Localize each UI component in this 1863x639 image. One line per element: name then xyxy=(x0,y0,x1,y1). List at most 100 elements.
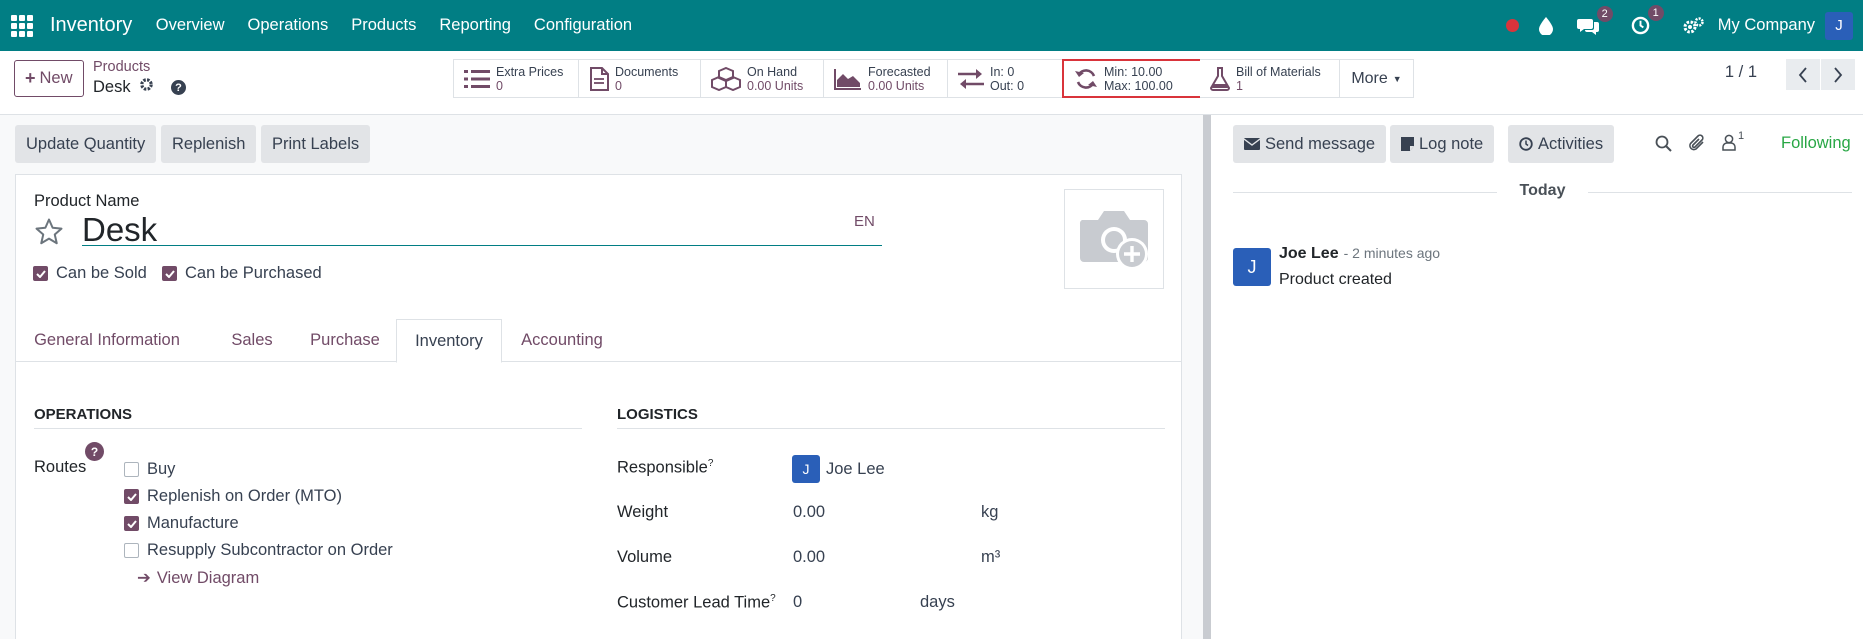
messages-icon[interactable]: 2 xyxy=(1576,5,1613,35)
send-message-label: Send message xyxy=(1265,134,1376,153)
smart-button-in-out[interactable]: In: 0 Out: 0 xyxy=(947,59,1064,98)
gear-icon[interactable] xyxy=(139,77,154,97)
smart-min: Min: 10.00 xyxy=(1104,64,1163,79)
product-image-upload[interactable] xyxy=(1064,189,1164,289)
update-quantity-button[interactable]: Update Quantity xyxy=(15,125,157,163)
company-switcher[interactable]: My Company xyxy=(1718,16,1815,35)
smart-button-forecasted[interactable]: Forecasted 0.00 Units xyxy=(823,59,948,98)
breadcrumb-products[interactable]: Products xyxy=(93,59,150,75)
smart-value: 1 xyxy=(1236,78,1243,93)
apps-menu-icon[interactable] xyxy=(0,0,44,51)
responsible-field[interactable]: J Joe Lee xyxy=(792,455,885,483)
pager-next-button[interactable] xyxy=(1821,59,1855,90)
pager-prev-button[interactable] xyxy=(1786,59,1820,90)
smart-button-on-hand[interactable]: On Hand 0.00 Units xyxy=(700,59,824,98)
menu-products[interactable]: Products xyxy=(340,16,428,35)
can-be-sold-checkbox[interactable]: Can be Sold xyxy=(33,264,147,283)
settings-gears-icon[interactable] xyxy=(1682,16,1704,35)
tab-purchase[interactable]: Purchase xyxy=(308,319,382,362)
messages-badge: 2 xyxy=(1596,5,1613,22)
more-button[interactable]: More ▼ xyxy=(1339,59,1414,98)
checkbox-checked[interactable] xyxy=(124,489,139,504)
tab-accounting[interactable]: Accounting xyxy=(518,319,606,362)
language-button[interactable]: EN xyxy=(854,213,875,230)
log-note-button[interactable]: Log note xyxy=(1390,125,1495,163)
more-button-label: More xyxy=(1351,69,1388,87)
can-be-purchased-checkbox[interactable]: Can be Purchased xyxy=(162,264,322,283)
top-navbar: Inventory Overview Operations Products R… xyxy=(0,0,1863,51)
smart-button-bom[interactable]: Bill of Materials 1 xyxy=(1200,59,1340,98)
send-message-button[interactable]: Send message xyxy=(1233,125,1387,163)
checkbox-checked[interactable] xyxy=(162,266,177,281)
tab-sales[interactable]: Sales xyxy=(231,319,273,362)
control-panel: + New Products Desk ? Extra Prices 0 Docum… xyxy=(0,51,1863,115)
view-diagram-link[interactable]: ➔ View Diagram xyxy=(137,568,259,588)
product-name-input[interactable]: Desk xyxy=(82,213,882,246)
breadcrumb-current-label: Desk xyxy=(93,77,131,96)
message-author[interactable]: Joe Lee xyxy=(1279,245,1339,263)
user-avatar[interactable]: J xyxy=(1825,11,1853,40)
weight-input[interactable]: 0.00 xyxy=(793,503,825,522)
log-note-label: Log note xyxy=(1419,134,1484,153)
envelope-icon xyxy=(1244,138,1260,150)
form-sheet: Product Name Desk EN Can be Sold Can be … xyxy=(15,174,1182,639)
chevron-right-icon xyxy=(1834,66,1843,83)
checkbox-checked[interactable] xyxy=(124,516,139,531)
tab-inventory[interactable]: Inventory xyxy=(396,319,502,363)
menu-operations[interactable]: Operations xyxy=(236,16,340,35)
smart-title: Extra Prices xyxy=(496,64,564,79)
app-name[interactable]: Inventory xyxy=(44,14,144,37)
logistics-section-title: LOGISTICS xyxy=(617,406,1165,429)
checkbox-unchecked[interactable] xyxy=(124,543,139,558)
volume-input[interactable]: 0.00 xyxy=(793,548,825,567)
form-chatter-divider[interactable] xyxy=(1203,115,1211,639)
drop-icon[interactable] xyxy=(1538,16,1553,35)
message-author-avatar[interactable]: J xyxy=(1233,248,1271,286)
routes-help-icon[interactable]: ? xyxy=(85,442,104,461)
activities-button[interactable]: Activities xyxy=(1508,125,1615,163)
volume-unit: m³ xyxy=(981,548,1001,566)
weight-label: Weight xyxy=(617,503,669,521)
breadcrumb-current: Desk xyxy=(93,77,154,97)
refresh-icon xyxy=(1074,67,1098,91)
user-icon xyxy=(1722,134,1736,151)
pager-value[interactable]: 1 / 1 xyxy=(1725,63,1757,82)
new-button-label: New xyxy=(39,69,73,87)
recording-icon[interactable] xyxy=(1505,19,1519,32)
menu-reporting[interactable]: Reporting xyxy=(428,16,523,35)
menu-overview[interactable]: Overview xyxy=(144,16,236,35)
activities-clock-icon[interactable]: 1 xyxy=(1631,5,1664,35)
route-label: Resupply Subcontractor on Order xyxy=(147,541,393,559)
clock-icon xyxy=(1519,137,1533,151)
favorite-star-icon[interactable] xyxy=(34,217,64,252)
caret-down-icon: ▼ xyxy=(1392,73,1402,84)
route-mto[interactable]: Replenish on Order (MTO) xyxy=(124,487,342,506)
operations-section-title: OPERATIONS xyxy=(34,406,582,429)
checkbox-checked[interactable] xyxy=(33,266,48,281)
following-button[interactable]: Following xyxy=(1781,134,1851,153)
view-diagram-label: View Diagram xyxy=(156,568,260,587)
route-resupply-subcontractor[interactable]: Resupply Subcontractor on Order xyxy=(124,541,393,560)
tab-general-information[interactable]: General Information xyxy=(31,319,183,362)
chevron-left-icon xyxy=(1798,66,1807,83)
list-icon xyxy=(464,69,490,89)
replenish-button[interactable]: Replenish xyxy=(161,125,257,163)
message-body: Product created xyxy=(1279,271,1392,288)
customer-lead-time-input[interactable]: 0 xyxy=(793,593,802,612)
form-tabs: General Information Sales Purchase Inven… xyxy=(16,319,1181,363)
route-manufacture[interactable]: Manufacture xyxy=(124,514,239,533)
followers-button[interactable]: 1 xyxy=(1722,130,1744,151)
checkbox-unchecked[interactable] xyxy=(124,462,139,477)
menu-configuration[interactable]: Configuration xyxy=(522,16,643,35)
smart-button-min-max[interactable]: Min: 10.00 Max: 100.00 xyxy=(1062,59,1202,98)
smart-button-extra-prices[interactable]: Extra Prices 0 xyxy=(453,59,579,98)
search-icon[interactable] xyxy=(1655,135,1672,157)
smart-value: 0 xyxy=(496,78,503,93)
help-icon[interactable]: ? xyxy=(171,80,186,95)
route-buy[interactable]: Buy xyxy=(124,460,175,479)
smart-button-documents[interactable]: Documents 0 xyxy=(578,59,701,98)
new-button[interactable]: + New xyxy=(14,60,84,97)
chatter-panel: Send message Log note Activities 1 Follo… xyxy=(1211,115,1863,639)
print-labels-button[interactable]: Print Labels xyxy=(261,125,371,163)
paperclip-icon[interactable] xyxy=(1688,134,1706,158)
